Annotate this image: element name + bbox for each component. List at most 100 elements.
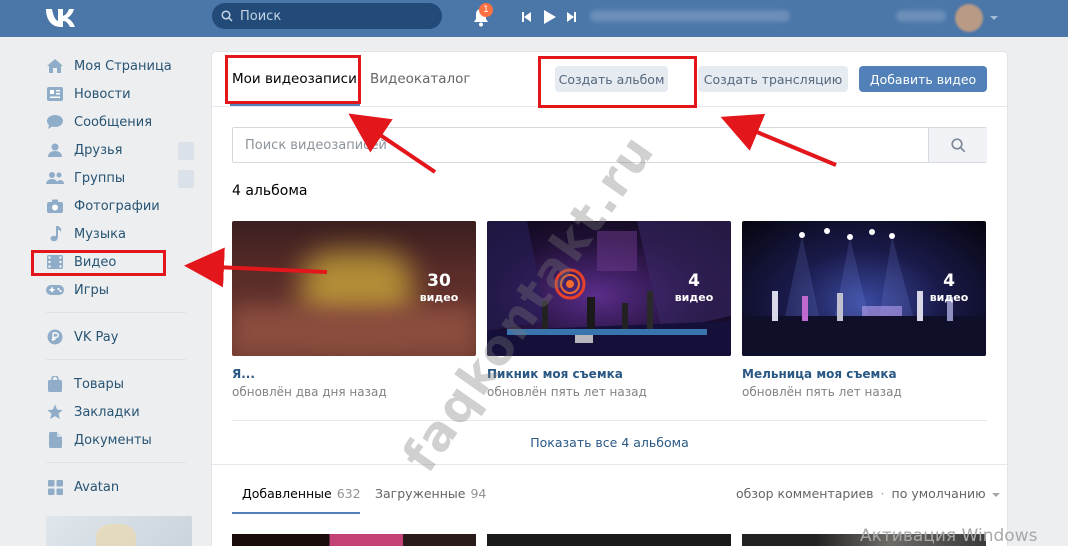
- show-all-albums-link[interactable]: Показать все 4 альбома: [212, 435, 1007, 450]
- notification-badge: 1: [479, 3, 493, 17]
- camera-icon: [46, 197, 64, 215]
- news-icon: [46, 85, 64, 103]
- apps-icon: [46, 478, 64, 496]
- star-icon: [46, 403, 64, 421]
- sort-controls: обзор комментариев · по умолчанию: [736, 486, 1000, 501]
- annotation-box-my-videos: [225, 55, 361, 104]
- sidebar-item-label: Фотографии: [74, 198, 160, 214]
- sidebar-ad-banner[interactable]: [46, 516, 192, 546]
- tab-video-catalog[interactable]: Видеокаталог: [370, 71, 470, 87]
- sidebar-item-messages[interactable]: Сообщения: [44, 110, 194, 134]
- active-subtab-indicator: [232, 512, 360, 514]
- audio-player-controls[interactable]: [520, 9, 580, 25]
- sidebar-item-label: Документы: [74, 432, 152, 448]
- sidebar-item-friends[interactable]: Друзья: [44, 138, 194, 162]
- sidebar-item-bookmarks[interactable]: Закладки: [44, 400, 194, 424]
- sidebar-item-my-page[interactable]: Моя Страница: [44, 54, 194, 78]
- windows-activation-notice: Активация Windows: [860, 526, 1038, 546]
- sidebar-item-label: Игры: [74, 282, 110, 298]
- add-video-button[interactable]: Добавить видео: [859, 66, 987, 92]
- chevron-down-icon[interactable]: [991, 492, 1000, 497]
- sidebar-item-groups[interactable]: Группы: [44, 166, 194, 190]
- sidebar-item-label: Группы: [74, 170, 126, 186]
- sidebar-item-label: Новости: [74, 86, 131, 102]
- user-name-blurred[interactable]: [896, 10, 946, 22]
- users-icon: [46, 169, 64, 187]
- sidebar-item-label: Товары: [74, 376, 125, 392]
- sidebar-item-label: Музыка: [74, 226, 126, 242]
- sidebar-item-label: VK Pay: [74, 329, 119, 345]
- album-thumbnail[interactable]: 4 видео: [742, 221, 986, 356]
- avatar[interactable]: [955, 4, 983, 32]
- annotation-box-video-menu: [31, 250, 166, 276]
- tab-uploaded-label: Загруженные: [375, 486, 466, 501]
- tab-uploaded[interactable]: Загруженные 94: [375, 486, 486, 501]
- rouble-icon: [46, 328, 64, 346]
- sidebar-item-photos[interactable]: Фотографии: [44, 194, 194, 218]
- search-icon: [221, 10, 233, 22]
- tab-added-count: 632: [336, 486, 361, 501]
- sidebar-item-label: Моя Страница: [74, 58, 172, 74]
- album-video-count-label: видео: [419, 291, 459, 304]
- album-title[interactable]: Я...: [232, 367, 255, 381]
- album-updated: обновлён два дня назад: [232, 385, 387, 399]
- play-icon: [544, 10, 556, 24]
- friends-counter-badge: [178, 142, 194, 160]
- comments-review-link[interactable]: обзор комментариев: [736, 486, 874, 501]
- video-thumbnail[interactable]: [232, 534, 476, 546]
- sidebar-item-label: Avatan: [74, 479, 120, 495]
- home-icon: [46, 57, 64, 75]
- chevron-down-icon[interactable]: [990, 16, 998, 20]
- video-panel: Мои видеозаписи Видеокаталог Создать аль…: [212, 52, 1007, 546]
- current-track-title-blurred[interactable]: [590, 10, 790, 22]
- section-divider: [212, 464, 1007, 465]
- section-divider: [232, 420, 987, 421]
- sort-dropdown[interactable]: по умолчанию: [892, 486, 986, 501]
- sidebar-item-music[interactable]: Музыка: [44, 222, 194, 246]
- annotation-box-create-album: [538, 56, 697, 108]
- sidebar-item-goods[interactable]: Товары: [44, 372, 194, 396]
- sidebar-item-news[interactable]: Новости: [44, 82, 194, 106]
- active-tab-indicator: [230, 104, 360, 106]
- tab-added[interactable]: Добавленные 632: [242, 486, 361, 501]
- gamepad-icon: [46, 281, 64, 299]
- previous-track-icon: [522, 12, 531, 22]
- sidebar-item-label: Закладки: [74, 404, 140, 420]
- album-title[interactable]: Мельница моя съемка: [742, 367, 897, 381]
- album-video-count: 4: [688, 271, 700, 291]
- album-video-count: 30: [427, 271, 451, 291]
- album-video-count-label: видео: [674, 291, 714, 304]
- album-video-count-label: видео: [929, 291, 969, 304]
- global-search-input[interactable]: [240, 3, 435, 29]
- bag-icon: [46, 375, 64, 393]
- global-search[interactable]: [212, 3, 442, 29]
- sidebar-divider: [46, 312, 186, 313]
- albums-count-heading: 4 альбома: [232, 183, 308, 199]
- separator-dot: ·: [880, 486, 885, 501]
- album-updated: обновлён пять лет назад: [742, 385, 902, 399]
- sidebar-item-label: Сообщения: [74, 114, 153, 130]
- create-stream-button[interactable]: Создать трансляцию: [698, 66, 848, 92]
- sidebar-divider: [46, 359, 186, 360]
- sidebar-item-documents[interactable]: Документы: [44, 428, 194, 452]
- album-video-count: 4: [943, 271, 955, 291]
- vk-logo-icon[interactable]: [44, 6, 82, 30]
- sidebar-item-avatan[interactable]: Avatan: [44, 475, 194, 499]
- sidebar-divider: [46, 462, 186, 463]
- document-icon: [46, 431, 64, 449]
- sidebar-item-label: Друзья: [74, 142, 123, 158]
- search-icon: [950, 137, 965, 152]
- sidebar-item-games[interactable]: Игры: [44, 278, 194, 302]
- video-thumbnail[interactable]: [487, 534, 731, 546]
- messages-icon: [46, 113, 64, 131]
- thumbnail-blurred-floor: [232, 306, 476, 356]
- album-thumbnail[interactable]: 30 видео: [232, 221, 476, 356]
- video-search-input[interactable]: [233, 128, 928, 162]
- top-bar: 1: [0, 0, 1068, 37]
- sidebar-item-vk-pay[interactable]: VK Pay: [44, 325, 194, 349]
- video-search-button[interactable]: [928, 128, 987, 162]
- tab-uploaded-count: 94: [470, 486, 487, 501]
- tab-added-label: Добавленные: [242, 486, 332, 501]
- album-updated: обновлён пять лет назад: [487, 385, 647, 399]
- user-icon: [46, 141, 64, 159]
